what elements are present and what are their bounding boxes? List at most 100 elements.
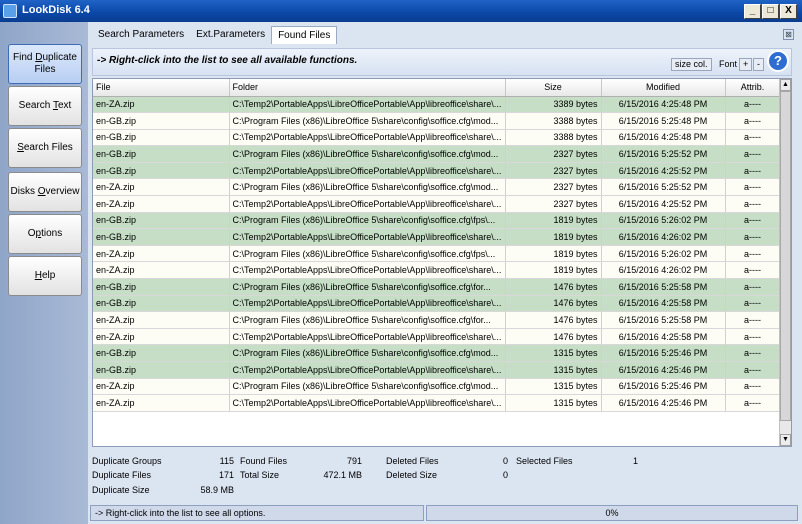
cell-size: 3388 bytes bbox=[505, 129, 602, 147]
column-header-file[interactable]: File bbox=[93, 79, 230, 97]
cell-file: en-GB.zip bbox=[93, 278, 230, 296]
table-row[interactable]: en-ZA.zip C:\Temp2\PortableApps\LibreOffi… bbox=[93, 96, 781, 114]
scroll-thumb[interactable] bbox=[780, 91, 791, 421]
scroll-down-icon[interactable]: ▼ bbox=[780, 434, 791, 446]
font-decrease-button[interactable]: - bbox=[753, 58, 764, 71]
cell-mod: 6/15/2016 4:25:46 PM bbox=[601, 361, 726, 379]
cell-folder: C:\Temp2\PortableApps\LibreOfficePortabl… bbox=[229, 295, 506, 313]
table-row[interactable]: en-GB.zip C:\Temp2\PortableApps\LibreOffi… bbox=[93, 129, 781, 147]
total-size-label: Total Size bbox=[240, 470, 280, 480]
minimize-button[interactable]: _ bbox=[744, 4, 761, 19]
main-panel: Search Parameters Ext.Parameters Found Fil… bbox=[88, 22, 802, 524]
cell-size: 3388 bytes bbox=[505, 112, 602, 130]
table-row[interactable]: en-GB.zip C:\Temp2\PortableApps\LibreOffi… bbox=[93, 162, 781, 180]
deleted-files-label: Deleted Files bbox=[386, 456, 439, 466]
tab-1[interactable]: Ext.Parameters bbox=[190, 26, 271, 44]
cell-folder: C:\Program Files (x86)\LibreOffice 5\sha… bbox=[229, 378, 506, 396]
cell-mod: 6/15/2016 4:25:58 PM bbox=[601, 328, 726, 346]
cell-attr: a---- bbox=[725, 145, 781, 163]
sidebar-item-label: Help bbox=[34, 270, 56, 281]
table-row[interactable]: en-ZA.zip C:\Temp2\PortableApps\LibreOffi… bbox=[93, 328, 781, 346]
cell-mod: 6/15/2016 5:25:46 PM bbox=[601, 344, 726, 362]
table-row[interactable]: en-ZA.zip C:\Temp2\PortableApps\LibreOffi… bbox=[93, 195, 781, 213]
cell-attr: a---- bbox=[725, 112, 781, 130]
stats-panel: Duplicate Groups 115 Duplicate Files 171… bbox=[88, 450, 802, 502]
table-row[interactable]: en-ZA.zip C:\Program Files (x86)\LibreOff… bbox=[93, 378, 781, 396]
close-button[interactable]: X bbox=[780, 4, 797, 19]
scroll-up-icon[interactable]: ▲ bbox=[780, 79, 791, 91]
column-header-folder[interactable]: Folder bbox=[229, 79, 506, 97]
progress-label: 0% bbox=[605, 508, 619, 518]
cell-mod: 6/15/2016 4:25:52 PM bbox=[601, 195, 726, 213]
cell-attr: a---- bbox=[725, 361, 781, 379]
cell-mod: 6/15/2016 5:25:52 PM bbox=[601, 178, 726, 197]
cell-mod: 6/15/2016 4:26:02 PM bbox=[601, 228, 726, 246]
sidebar-item-1[interactable]: Search Text bbox=[8, 86, 82, 126]
cell-file: en-ZA.zip bbox=[93, 328, 230, 346]
cell-size: 2327 bytes bbox=[505, 178, 602, 197]
table-row[interactable]: en-ZA.zip C:\Temp2\PortableApps\LibreOffi… bbox=[93, 394, 781, 412]
sidebar-item-0[interactable]: Find Duplicate Files bbox=[8, 44, 82, 84]
tab-strip: Search Parameters Ext.Parameters Found Fil… bbox=[92, 26, 338, 44]
sidebar-item-5[interactable]: Help bbox=[8, 256, 82, 296]
cell-file: en-ZA.zip bbox=[93, 378, 230, 396]
font-increase-button[interactable]: + bbox=[739, 58, 753, 71]
cell-size: 1819 bytes bbox=[505, 261, 602, 280]
table-row[interactable]: en-GB.zip C:\Temp2\PortableApps\LibreOffi… bbox=[93, 361, 781, 379]
table-row[interactable]: en-ZA.zip C:\Program Files (x86)\LibreOff… bbox=[93, 311, 781, 329]
cell-file: en-GB.zip bbox=[93, 344, 230, 362]
title-bar: LookDisk 6.4 _ □ X bbox=[0, 0, 802, 22]
hint-text: -> Right-click into the list to see all … bbox=[97, 55, 358, 66]
cell-size: 1476 bytes bbox=[505, 295, 602, 313]
cell-folder: C:\Temp2\PortableApps\LibreOfficePortabl… bbox=[229, 195, 506, 213]
table-row[interactable]: en-ZA.zip C:\Temp2\PortableApps\LibreOffi… bbox=[93, 261, 781, 280]
tab-2[interactable]: Found Files bbox=[271, 26, 338, 44]
deleted-size-label: Deleted Size bbox=[386, 470, 438, 480]
cell-size: 1315 bytes bbox=[505, 378, 602, 396]
sidebar-item-2[interactable]: Search Files bbox=[8, 128, 82, 168]
column-header-attrib[interactable]: Attrib. bbox=[725, 79, 781, 97]
table-row[interactable]: en-ZA.zip C:\Program Files (x86)\LibreOff… bbox=[93, 245, 781, 263]
size-col-button[interactable]: size col. bbox=[671, 58, 712, 71]
cell-folder: C:\Temp2\PortableApps\LibreOfficePortabl… bbox=[229, 162, 506, 180]
found-files-table[interactable]: File Folder Size Modified Attrib. en-ZA.zip C… bbox=[92, 78, 792, 447]
table-row[interactable]: en-GB.zip C:\Program Files (x86)\LibreOff… bbox=[93, 344, 781, 362]
cell-file: en-ZA.zip bbox=[93, 96, 230, 114]
duplicate-groups-value: 115 bbox=[219, 456, 234, 466]
cell-size: 1819 bytes bbox=[505, 228, 602, 246]
close-tab-icon[interactable]: ⊠ bbox=[783, 29, 794, 40]
cell-folder: C:\Program Files (x86)\LibreOffice 5\sha… bbox=[229, 311, 506, 329]
table-row[interactable]: en-ZA.zip C:\Program Files (x86)\LibreOff… bbox=[93, 178, 781, 197]
column-header-modified[interactable]: Modified bbox=[601, 79, 726, 97]
column-header-size[interactable]: Size bbox=[505, 79, 602, 97]
table-row[interactable]: en-GB.zip C:\Program Files (x86)\LibreOff… bbox=[93, 212, 781, 230]
tab-0[interactable]: Search Parameters bbox=[92, 26, 190, 44]
help-icon[interactable]: ? bbox=[767, 50, 789, 72]
table-row[interactable]: en-GB.zip C:\Program Files (x86)\LibreOff… bbox=[93, 112, 781, 130]
table-row[interactable]: en-GB.zip C:\Temp2\PortableApps\LibreOffi… bbox=[93, 295, 781, 313]
cell-attr: a---- bbox=[725, 295, 781, 313]
table-row[interactable]: en-GB.zip C:\Temp2\PortableApps\LibreOffi… bbox=[93, 228, 781, 246]
cell-file: en-ZA.zip bbox=[93, 394, 230, 412]
sidebar-item-3[interactable]: Disks Overview bbox=[8, 172, 82, 212]
cell-attr: a---- bbox=[725, 129, 781, 147]
cell-file: en-GB.zip bbox=[93, 129, 230, 147]
sidebar-item-label: Options bbox=[27, 228, 63, 239]
selected-files-label: Selected Files bbox=[516, 456, 573, 466]
window-title: LookDisk 6.4 bbox=[22, 4, 90, 16]
cell-attr: a---- bbox=[725, 394, 781, 412]
vertical-scrollbar[interactable]: ▲ ▼ bbox=[779, 79, 791, 446]
table-row[interactable]: en-GB.zip C:\Program Files (x86)\LibreOff… bbox=[93, 145, 781, 163]
sidebar: Find Duplicate Files Search Text Search Fi… bbox=[0, 22, 88, 524]
cell-file: en-GB.zip bbox=[93, 228, 230, 246]
cell-folder: C:\Program Files (x86)\LibreOffice 5\sha… bbox=[229, 112, 506, 130]
cell-folder: C:\Temp2\PortableApps\LibreOfficePortabl… bbox=[229, 361, 506, 379]
sidebar-item-4[interactable]: Options bbox=[8, 214, 82, 254]
cell-mod: 6/15/2016 5:25:48 PM bbox=[601, 112, 726, 130]
table-row[interactable]: en-GB.zip C:\Program Files (x86)\LibreOff… bbox=[93, 278, 781, 296]
maximize-button[interactable]: □ bbox=[762, 4, 779, 19]
cell-file: en-ZA.zip bbox=[93, 178, 230, 197]
found-files-value: 791 bbox=[346, 456, 362, 466]
cell-folder: C:\Program Files (x86)\LibreOffice 5\sha… bbox=[229, 178, 506, 197]
cell-file: en-ZA.zip bbox=[93, 245, 230, 263]
